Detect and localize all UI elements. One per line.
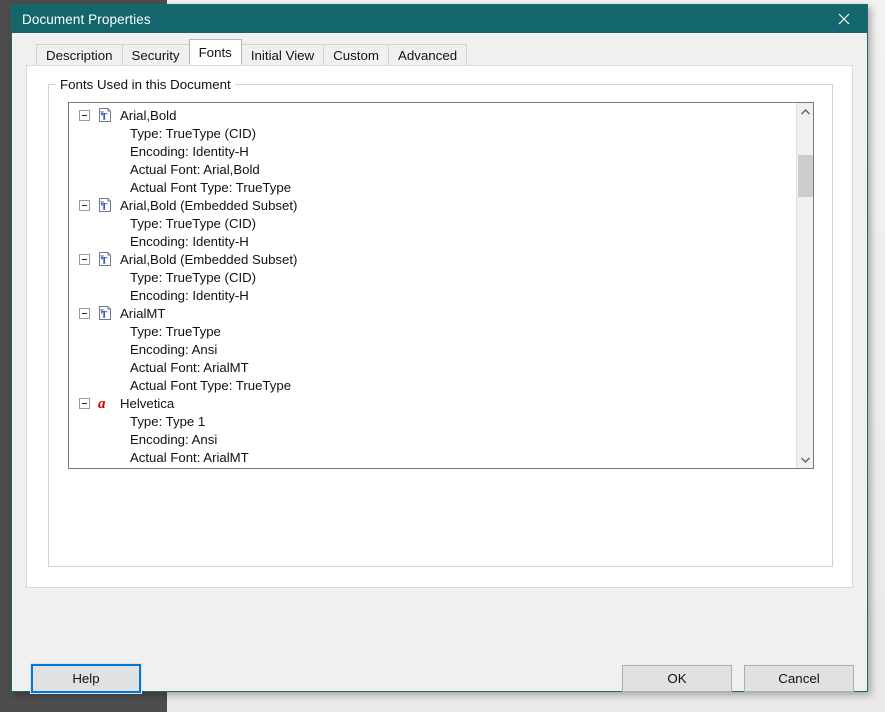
tabstrip: Description Security Fonts Initial View … xyxy=(36,39,867,65)
truetype-font-icon: T T xyxy=(97,305,113,321)
document-properties-dialog: Document Properties Description Security… xyxy=(11,4,868,694)
tree-node-detail: Encoding: Identity-H xyxy=(130,143,249,159)
tree-node-detail: Type: Type 1 xyxy=(130,413,206,429)
svg-text:T: T xyxy=(100,112,104,118)
collapse-expander-icon[interactable] xyxy=(79,199,90,211)
collapse-expander-icon[interactable] xyxy=(79,307,90,319)
tree-node-detail: Encoding: Identity-H xyxy=(130,233,249,249)
dialog-titlebar: Document Properties xyxy=(12,5,867,33)
fonts-groupbox: Fonts Used in this Document T T Arial,Bo… xyxy=(48,77,833,567)
font-name-label: Arial,Bold xyxy=(120,107,177,123)
svg-text:T: T xyxy=(100,310,104,316)
scroll-up-arrow-icon[interactable] xyxy=(797,103,813,120)
truetype-font-icon: T T xyxy=(97,107,113,123)
scrollbar-thumb[interactable] xyxy=(798,155,813,197)
tab-custom[interactable]: Custom xyxy=(323,44,389,65)
font-name-label: Helvetica xyxy=(120,395,175,411)
collapse-expander-icon[interactable] xyxy=(79,109,90,121)
tree-node-detail: Type: TrueType (CID) xyxy=(130,269,257,285)
truetype-font-icon: T T xyxy=(97,251,113,267)
desktop-background: Document Properties Description Security… xyxy=(0,0,885,712)
svg-text:T: T xyxy=(100,256,104,262)
ok-button[interactable]: OK xyxy=(622,665,732,692)
tree-node-detail: Type: TrueType (CID) xyxy=(130,215,257,231)
fonts-listbox[interactable]: T T Arial,Bold Type: TrueType (CID) Enco… xyxy=(68,102,814,469)
tree-node-detail: Actual Font: ArialMT xyxy=(130,359,249,375)
help-button[interactable]: Help xyxy=(30,663,142,694)
cancel-button[interactable]: Cancel xyxy=(744,665,854,692)
fonts-tree: T T Arial,Bold Type: TrueType (CID) Enco… xyxy=(69,103,795,468)
tree-node-detail: Encoding: Identity-H xyxy=(130,287,249,303)
tree-node-detail: Actual Font: ArialMT xyxy=(130,449,249,465)
truetype-font-icon: T T xyxy=(97,197,113,213)
close-icon[interactable] xyxy=(821,5,867,33)
tab-description[interactable]: Description xyxy=(36,44,123,65)
collapse-expander-icon[interactable] xyxy=(79,397,90,409)
dialog-title: Document Properties xyxy=(22,11,151,27)
fonts-tab-page: Fonts Used in this Document T T Arial,Bo… xyxy=(26,65,853,588)
tree-node-font[interactable]: T T Arial,Bold xyxy=(69,106,795,124)
collapse-expander-icon[interactable] xyxy=(79,253,90,265)
tab-security[interactable]: Security xyxy=(121,44,190,65)
font-name-label: ArialMT xyxy=(120,305,166,321)
tree-node-detail: Actual Font Type: TrueType xyxy=(130,179,292,195)
tree-node-font[interactable]: T T ArialMT xyxy=(69,304,795,322)
tree-node-detail: Encoding: Ansi xyxy=(130,431,218,447)
tree-node-detail: Type: TrueType (CID) xyxy=(130,125,257,141)
tree-node-font[interactable]: T T Arial,Bold (Embedded Subset) xyxy=(69,196,795,214)
scroll-down-arrow-icon[interactable] xyxy=(797,451,813,468)
tree-node-font[interactable]: T T Arial,Bold (Embedded Subset) xyxy=(69,250,795,268)
tree-node-detail: Encoding: Ansi xyxy=(130,341,218,357)
font-name-label: Arial,Bold (Embedded Subset) xyxy=(120,251,298,267)
tab-advanced[interactable]: Advanced xyxy=(387,44,468,65)
svg-text:T: T xyxy=(100,202,104,208)
tree-node-font[interactable]: a Helvetica xyxy=(69,394,795,412)
font-name-label: Arial,Bold (Embedded Subset) xyxy=(120,197,298,213)
tree-node-detail: Actual Font Type: TrueType xyxy=(130,377,292,393)
tab-fonts[interactable]: Fonts xyxy=(188,39,242,65)
svg-text:a: a xyxy=(98,396,106,411)
fonts-list-scrollbar[interactable] xyxy=(796,103,813,468)
tree-node-detail: Type: TrueType xyxy=(130,323,221,339)
fonts-groupbox-label: Fonts Used in this Document xyxy=(56,77,235,92)
tree-node-detail: Actual Font: Arial,Bold xyxy=(130,161,260,177)
type1-font-icon: a xyxy=(97,395,113,411)
tab-initial-view[interactable]: Initial View xyxy=(240,44,325,65)
